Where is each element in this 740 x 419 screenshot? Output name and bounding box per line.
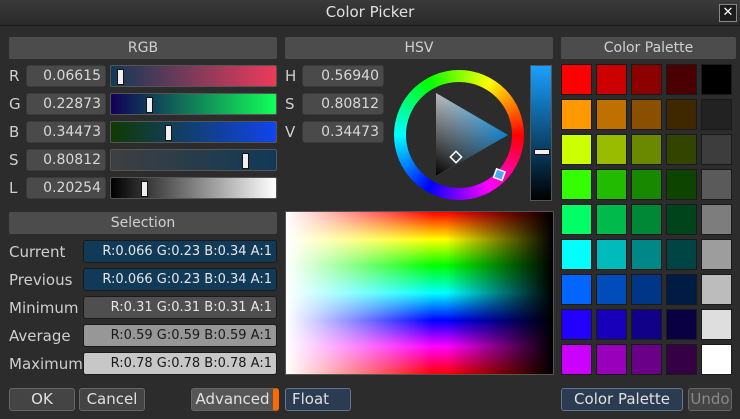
rgb-l-field[interactable]: 0.20254 (26, 177, 106, 199)
palette-swatch[interactable] (631, 99, 662, 130)
palette-swatch[interactable] (701, 204, 732, 235)
rgb-r-field[interactable]: 0.06615 (26, 65, 106, 87)
rgb-g-field[interactable]: 0.22873 (26, 93, 106, 115)
palette-swatch[interactable] (666, 169, 697, 200)
spectrum-picker[interactable] (285, 211, 554, 375)
selection-label-current: Current (9, 243, 66, 261)
rgb-label-l: L (9, 179, 18, 197)
rgb-s-field[interactable]: 0.80812 (26, 149, 106, 171)
palette-swatch[interactable] (561, 64, 592, 95)
palette-swatch[interactable] (701, 99, 732, 130)
rgb-r-slider[interactable] (110, 65, 277, 87)
hsv-header: HSV (285, 37, 553, 59)
ok-button[interactable]: OK (9, 388, 75, 411)
float-button[interactable]: Float (285, 388, 351, 411)
selection-label-minimum: Minimum (9, 299, 79, 317)
palette-swatch[interactable] (596, 344, 627, 375)
palette-swatch[interactable] (596, 204, 627, 235)
selection-label-maximum: Maximum (9, 355, 83, 373)
hsv-label-h: H (285, 67, 297, 85)
current-color-swatch[interactable]: R:0.066 G:0.23 B:0.34 A:1 (83, 240, 277, 263)
palette-swatch[interactable] (561, 169, 592, 200)
selection-label-average: Average (9, 327, 71, 345)
palette-swatch[interactable] (561, 344, 592, 375)
rgb-label-b: B (9, 123, 20, 141)
palette-swatch[interactable] (561, 239, 592, 270)
advanced-toggle[interactable]: Advanced (191, 388, 279, 411)
palette-swatch[interactable] (561, 134, 592, 165)
palette-header: Color Palette (561, 37, 736, 59)
palette-swatch[interactable] (666, 274, 697, 305)
rgb-header: RGB (9, 37, 277, 59)
hsv-v-field[interactable]: 0.34473 (302, 121, 384, 143)
rgb-label-g: G (9, 95, 21, 113)
value-slider[interactable] (530, 65, 552, 201)
palette-swatch[interactable] (666, 134, 697, 165)
window-title: Color Picker (325, 3, 415, 21)
hue-cursor (492, 167, 507, 182)
palette-swatch[interactable] (666, 204, 697, 235)
previous-color-swatch[interactable]: R:0.066 G:0.23 B:0.34 A:1 (83, 268, 277, 291)
palette-swatch[interactable] (701, 239, 732, 270)
rgb-label-s: S (9, 151, 19, 169)
palette-swatch[interactable] (666, 64, 697, 95)
palette-swatch[interactable] (596, 239, 627, 270)
hsv-label-v: V (285, 123, 296, 141)
palette-swatch[interactable] (701, 274, 732, 305)
palette-swatch[interactable] (561, 99, 592, 130)
l-slider-handle[interactable] (141, 181, 148, 197)
rgb-s-slider[interactable] (110, 149, 277, 171)
undo-button[interactable]: Undo (688, 388, 732, 411)
palette-swatch[interactable] (596, 99, 627, 130)
selection-header: Selection (9, 212, 277, 234)
palette-swatch[interactable] (666, 309, 697, 340)
r-slider-handle[interactable] (117, 69, 124, 85)
palette-swatch[interactable] (631, 309, 662, 340)
palette-swatch[interactable] (631, 169, 662, 200)
palette-grid (561, 64, 736, 379)
rgb-l-slider[interactable] (110, 177, 277, 199)
palette-swatch[interactable] (596, 64, 627, 95)
palette-swatch[interactable] (561, 204, 592, 235)
palette-swatch[interactable] (631, 134, 662, 165)
hsv-s-field[interactable]: 0.80812 (302, 93, 384, 115)
palette-swatch[interactable] (596, 274, 627, 305)
average-color-swatch[interactable]: R:0.59 G:0.59 B:0.59 A:1 (83, 324, 277, 347)
palette-swatch[interactable] (631, 239, 662, 270)
palette-swatch[interactable] (631, 274, 662, 305)
hsv-h-field[interactable]: 0.56940 (302, 65, 384, 87)
selection-label-previous: Previous (9, 271, 73, 289)
palette-swatch[interactable] (701, 344, 732, 375)
cancel-button[interactable]: Cancel (79, 388, 145, 411)
palette-swatch[interactable] (631, 64, 662, 95)
minimum-color-swatch[interactable]: R:0.31 G:0.31 B:0.31 A:1 (83, 296, 277, 319)
palette-swatch[interactable] (631, 344, 662, 375)
close-icon[interactable]: ✕ (719, 4, 737, 22)
palette-swatch[interactable] (701, 64, 732, 95)
palette-swatch[interactable] (561, 309, 592, 340)
palette-swatch[interactable] (596, 309, 627, 340)
rgb-b-field[interactable]: 0.34473 (26, 121, 106, 143)
palette-swatch[interactable] (701, 309, 732, 340)
b-slider-handle[interactable] (165, 125, 172, 141)
palette-swatch[interactable] (666, 239, 697, 270)
sv-triangle[interactable] (394, 70, 524, 200)
g-slider-handle[interactable] (146, 97, 153, 113)
hsv-label-s: S (285, 95, 295, 113)
rgb-b-slider[interactable] (110, 121, 277, 143)
palette-swatch[interactable] (561, 274, 592, 305)
rgb-label-r: R (9, 67, 20, 85)
maximum-color-swatch[interactable]: R:0.78 G:0.78 B:0.78 A:1 (83, 352, 277, 375)
palette-swatch[interactable] (596, 169, 627, 200)
color-palette-button[interactable]: Color Palette (561, 388, 683, 411)
palette-swatch[interactable] (701, 169, 732, 200)
palette-swatch[interactable] (631, 204, 662, 235)
palette-swatch[interactable] (596, 134, 627, 165)
palette-swatch[interactable] (666, 99, 697, 130)
value-slider-handle[interactable] (534, 149, 550, 155)
s-slider-handle[interactable] (242, 153, 249, 169)
rgb-g-slider[interactable] (110, 93, 277, 115)
palette-swatch[interactable] (701, 134, 732, 165)
palette-swatch[interactable] (666, 344, 697, 375)
